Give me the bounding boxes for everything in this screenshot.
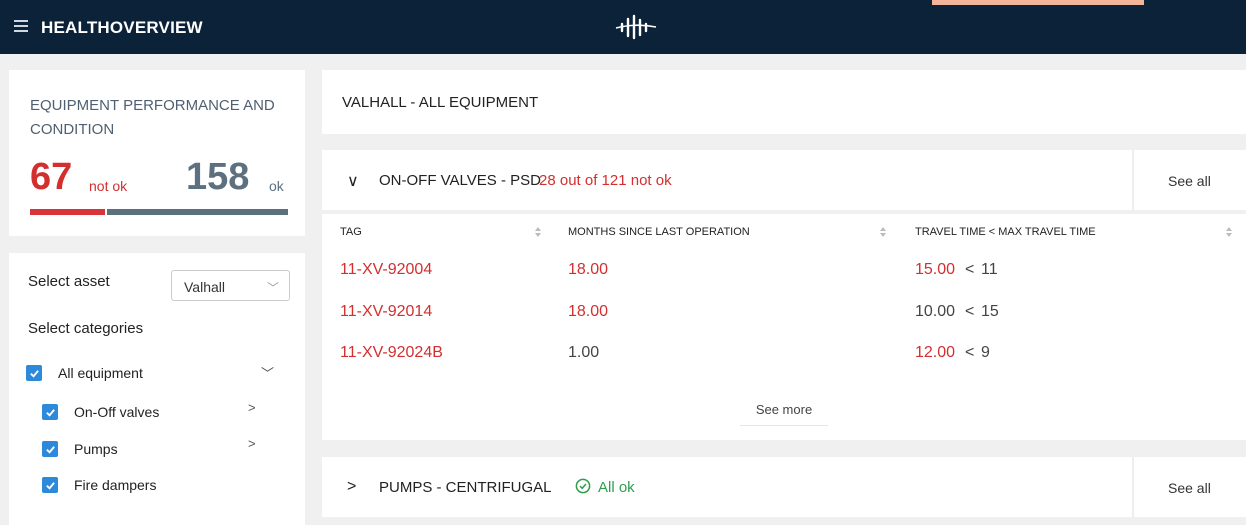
app-title: HEALTHOVERVIEW (41, 18, 203, 37)
ok-count: 158 (186, 156, 250, 198)
table-cell-tag[interactable]: 11-XV-92014 (340, 303, 432, 321)
section-header-valves: ∨ ON-OFF VALVES - PSD 28 out of 121 not … (322, 150, 1246, 210)
category-label: On-Off valves (74, 404, 160, 420)
table-cell-months: 18.00 (568, 303, 609, 320)
table-cell-lt: < (965, 344, 975, 361)
category-label: Pumps (74, 441, 118, 457)
ok-label: ok (269, 178, 284, 194)
not-ok-bar (30, 209, 105, 215)
valves-table: TAG MONTHS SINCE LAST OPERATION TRAVEL T… (322, 214, 1246, 440)
table-cell-travel: 15.00 (915, 261, 956, 278)
checkbox-checked-icon[interactable] (26, 365, 42, 381)
summary-title: EQUIPMENT PERFORMANCE AND CONDITION (30, 97, 275, 138)
checkbox-checked-icon[interactable] (42, 404, 58, 420)
hamburger-icon[interactable] (14, 20, 28, 32)
category-all-equipment[interactable]: All equipment (26, 365, 143, 381)
column-header-travel-time[interactable]: TRAVEL TIME < MAX TRAVEL TIME (915, 226, 1096, 238)
section-status: All ok (598, 479, 635, 496)
table-cell-tag[interactable]: 11-XV-92004 (340, 261, 432, 279)
category-pumps[interactable]: Pumps (42, 441, 118, 457)
chevron-right-icon[interactable]: > (347, 478, 356, 496)
chevron-down-icon: ﹀ (266, 281, 279, 295)
checkbox-checked-icon[interactable] (42, 441, 58, 457)
check-circle-icon (575, 478, 591, 494)
not-ok-count: 67 (30, 156, 73, 198)
page-header: VALHALL - ALL EQUIPMENT (322, 70, 1246, 134)
ok-bar (107, 209, 288, 215)
asset-select-value: Valhall (184, 279, 225, 295)
page-title: VALHALL - ALL EQUIPMENT (342, 94, 539, 111)
see-all-button[interactable]: See all (1168, 173, 1211, 189)
see-more-button[interactable]: See more (740, 397, 828, 426)
see-all-button[interactable]: See all (1168, 480, 1211, 496)
divider (1132, 150, 1134, 210)
checkbox-checked-icon[interactable] (42, 477, 58, 493)
select-asset-label: Select asset (28, 273, 110, 290)
filter-panel: Select asset Valhall ﹀ Select categories… (9, 253, 305, 525)
table-cell-lt: < (965, 261, 975, 278)
sort-icon[interactable] (1225, 226, 1233, 238)
divider (1132, 457, 1134, 517)
accent-strip (932, 0, 1144, 5)
section-status: 28 out of 121 not ok (539, 172, 672, 189)
table-cell-months: 1.00 (568, 344, 600, 361)
not-ok-label: not ok (89, 178, 128, 194)
table-cell-lt: < (965, 303, 975, 320)
chevron-down-icon[interactable]: ﹀ (261, 363, 274, 382)
table-cell-max: 15 (981, 303, 999, 320)
asset-select[interactable]: Valhall ﹀ (171, 270, 290, 301)
top-bar: HEALTHOVERVIEW (0, 0, 1246, 54)
column-header-months[interactable]: MONTHS SINCE LAST OPERATION (568, 226, 750, 238)
category-label: Fire dampers (74, 477, 157, 493)
section-title[interactable]: PUMPS - CENTRIFUGAL (379, 479, 552, 496)
column-header-tag[interactable]: TAG (340, 226, 362, 238)
category-label: All equipment (58, 365, 143, 381)
category-on-off-valves[interactable]: On-Off valves (42, 404, 159, 420)
table-cell-max: 11 (981, 261, 998, 278)
table-cell-max: 9 (981, 344, 990, 361)
table-cell-travel: 10.00 (915, 303, 956, 320)
sort-icon[interactable] (879, 226, 887, 238)
table-cell-travel: 12.00 (915, 344, 956, 361)
chevron-down-icon[interactable]: ∨ (347, 171, 359, 191)
select-categories-label: Select categories (28, 320, 144, 337)
sort-icon[interactable] (534, 226, 542, 238)
equipment-summary-card: EQUIPMENT PERFORMANCE AND CONDITION 67 n… (9, 70, 305, 236)
chevron-right-icon[interactable]: > (248, 400, 256, 415)
category-fire-dampers[interactable]: Fire dampers (42, 477, 156, 493)
chevron-right-icon[interactable]: > (248, 436, 256, 451)
company-logo (615, 14, 657, 40)
table-cell-tag[interactable]: 11-XV-92024B (340, 344, 443, 362)
section-header-pumps: > PUMPS - CENTRIFUGAL All ok See all (322, 457, 1246, 517)
table-cell-months: 18.00 (568, 261, 609, 278)
section-title[interactable]: ON-OFF VALVES - PSD (379, 172, 541, 189)
